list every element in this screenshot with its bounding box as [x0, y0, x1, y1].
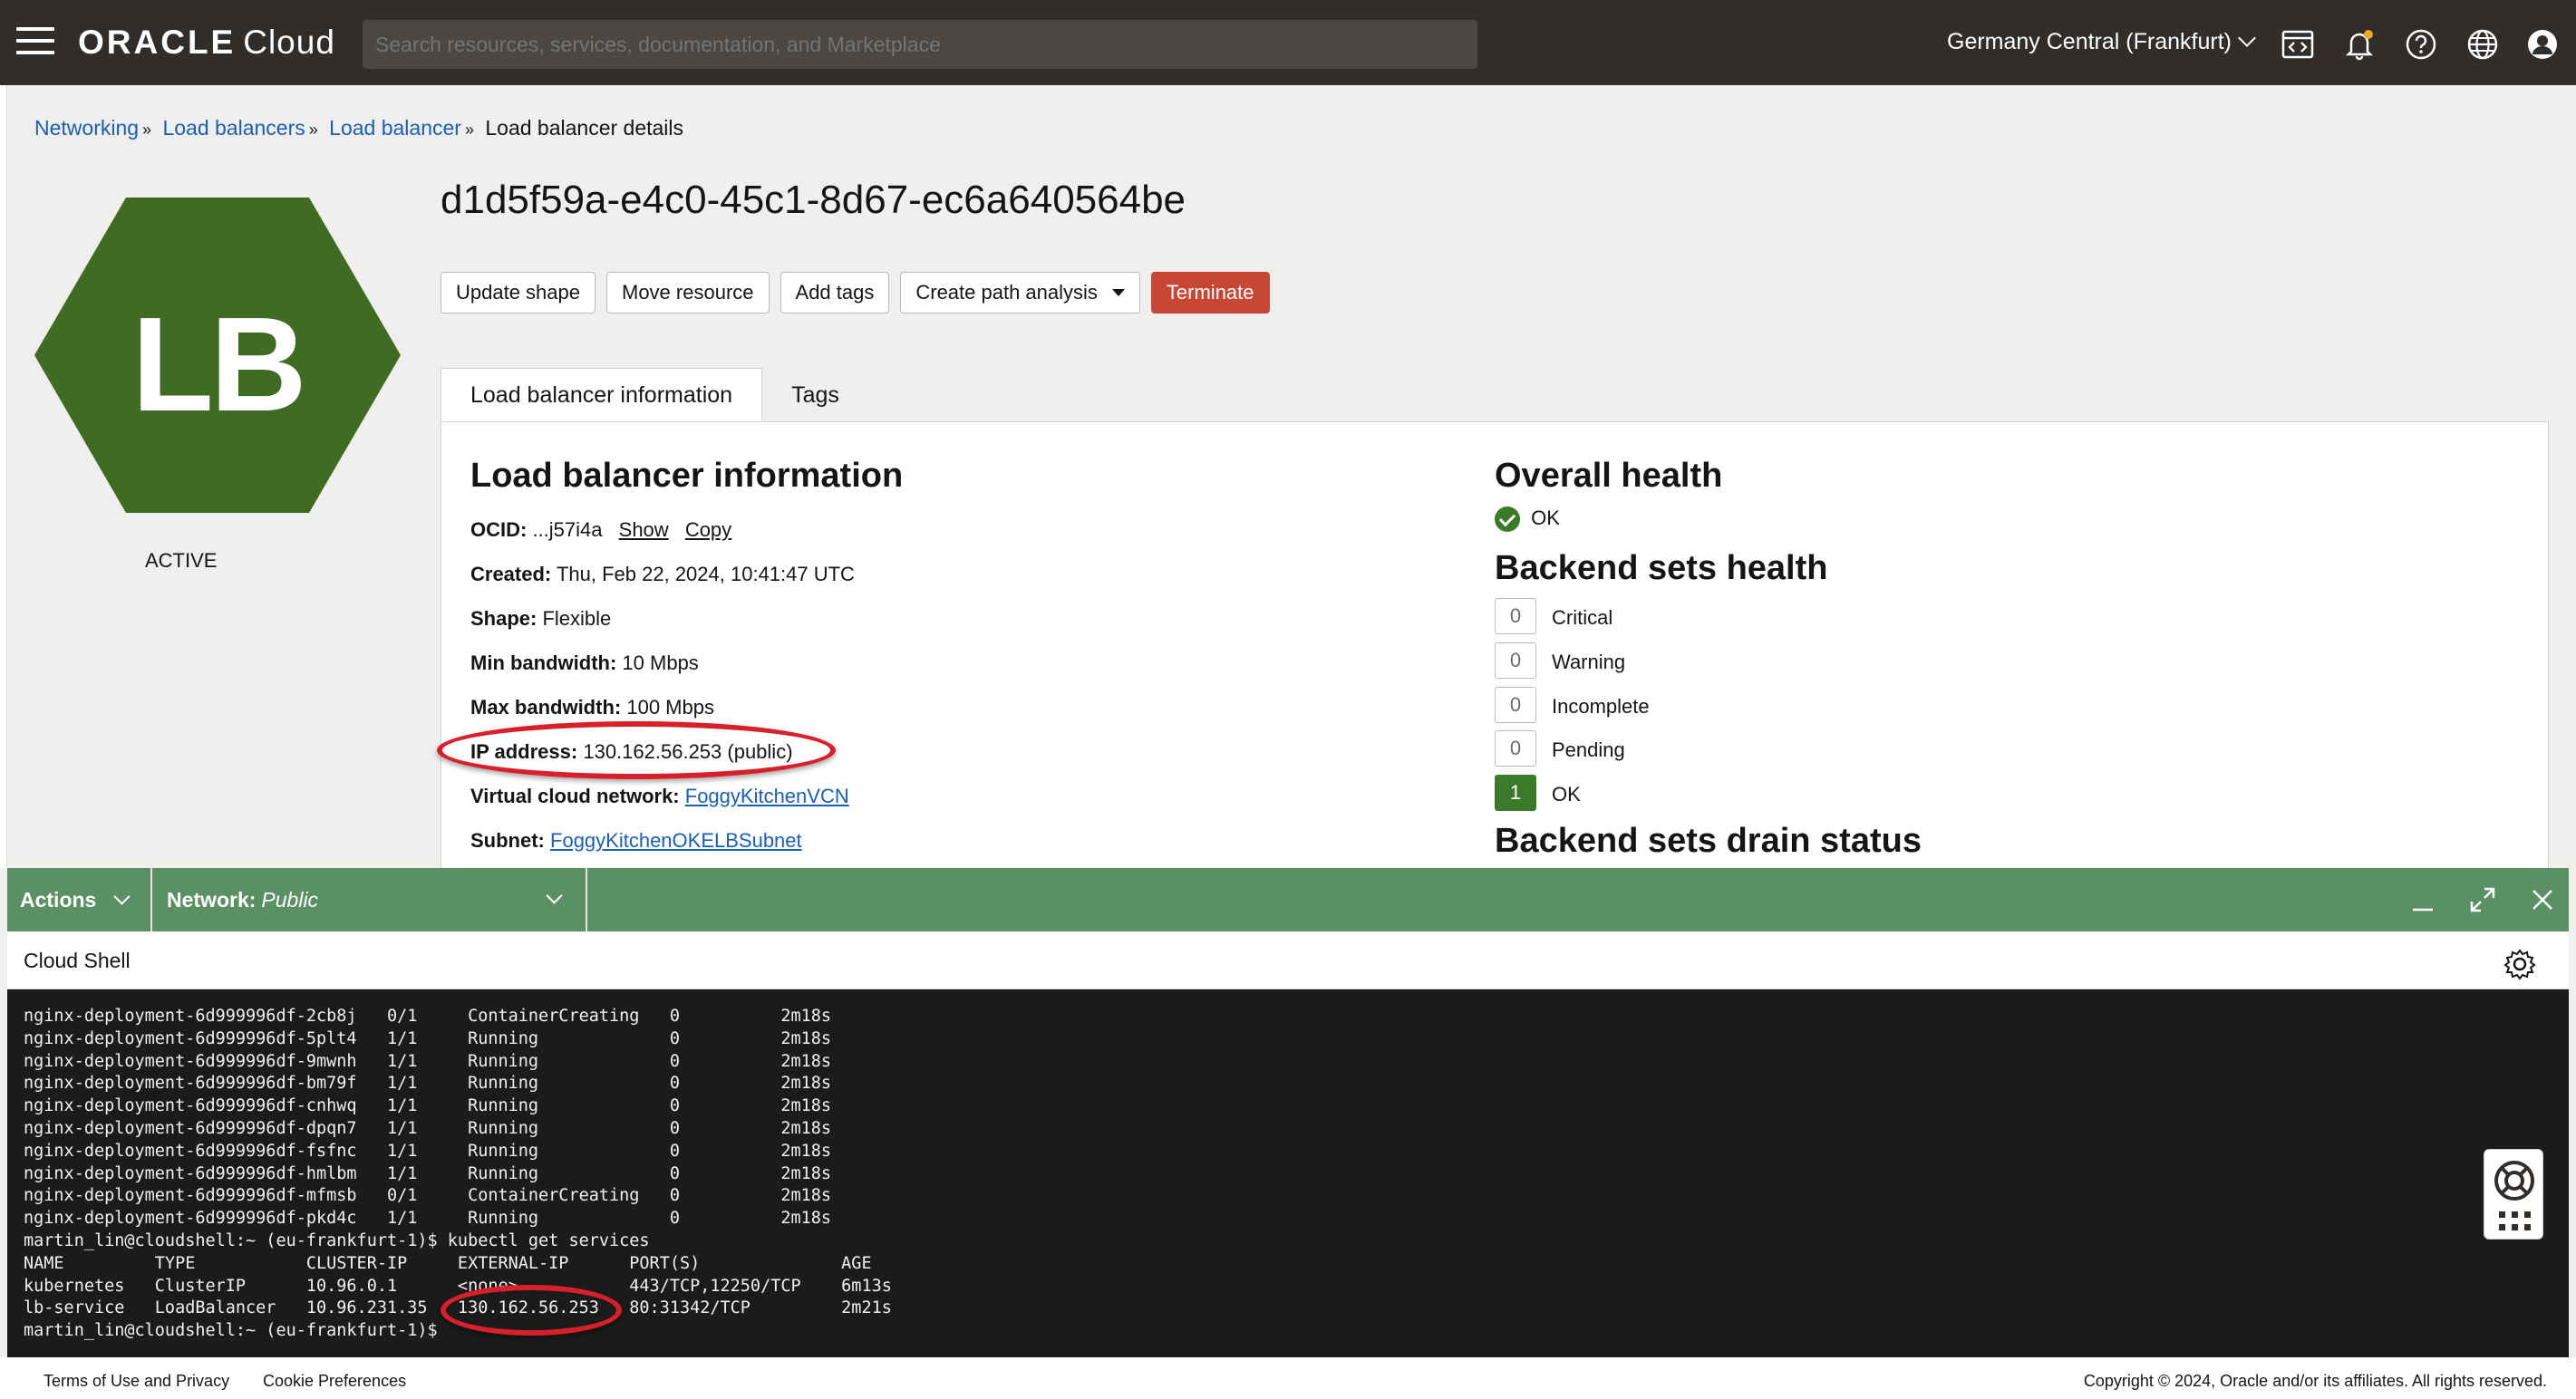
region-selector[interactable]: Germany Central (Frankfurt) — [1947, 29, 2256, 55]
subnet-field: Subnet: FoggyKitchenOKELBSubnet — [470, 829, 802, 852]
shell-network-menu[interactable]: Network: Public — [152, 868, 587, 931]
user-icon[interactable] — [2525, 27, 2560, 62]
max-bandwidth-field: Max bandwidth: 100 Mbps — [470, 696, 714, 719]
pending-count: 0 — [1495, 730, 1536, 767]
ok-label: OK — [1552, 783, 1581, 806]
ip-address-value: 130.162.56.253 (public) — [583, 740, 793, 763]
cloud-shell-title-bar: Cloud Shell — [7, 931, 2569, 989]
shell-actions-menu[interactable]: Actions — [7, 868, 152, 931]
globe-icon[interactable] — [2465, 27, 2500, 62]
ocid-show-link[interactable]: Show — [619, 518, 669, 541]
page-footer: Terms of Use and Privacy Cookie Preferen… — [0, 1357, 2576, 1399]
copyright-text: Copyright © 2024, Oracle and/or its affi… — [2083, 1372, 2547, 1390]
caret-down-icon — [1111, 289, 1125, 296]
breadcrumb-networking[interactable]: Networking — [34, 116, 139, 140]
ip-address-field: IP address: 130.162.56.253 (public) — [470, 740, 793, 763]
code-editor-icon[interactable] — [2281, 27, 2315, 62]
terminal-line: NAME TYPE CLUSTER-IP EXTERNAL-IP PORT(S)… — [24, 1253, 872, 1273]
add-tags-button[interactable]: Add tags — [780, 272, 890, 314]
minimize-icon[interactable] — [2407, 884, 2438, 915]
ocid-field: OCID: ...j57i4a Show Copy — [470, 518, 732, 541]
chevron-down-icon — [113, 887, 131, 905]
terminal-line: nginx-deployment-6d999996df-2cb8j 0/1 Co… — [24, 1007, 832, 1026]
maximize-icon[interactable] — [2467, 884, 2498, 915]
incomplete-label: Incomplete — [1552, 695, 1650, 718]
left-edge-strip — [0, 85, 7, 868]
shape-field: Shape: Flexible — [470, 607, 612, 630]
tab-bar: Load balancer information Tags — [441, 368, 868, 422]
overall-health-heading: Overall health — [1495, 457, 1723, 495]
cloud-shell-title: Cloud Shell — [24, 949, 131, 972]
create-path-analysis-label: Create path analysis — [915, 281, 1098, 304]
terminal-line: nginx-deployment-6d999996df-fsfnc 1/1 Ru… — [24, 1141, 832, 1161]
page-title: d1d5f59a-e4c0-45c1-8d67-ec6a640564be — [441, 178, 1186, 222]
resource-badge: LB — [34, 198, 401, 513]
critical-count: 0 — [1495, 598, 1536, 634]
terminal-line: nginx-deployment-6d999996df-bm79f 1/1 Ru… — [24, 1074, 832, 1094]
terminal-line: kubernetes ClusterIP 10.96.0.1 <none> 44… — [24, 1276, 892, 1296]
check-circle-icon — [1495, 507, 1520, 533]
terminal-line: nginx-deployment-6d999996df-9mwnh 1/1 Ru… — [24, 1051, 832, 1071]
warning-label: Warning — [1552, 651, 1626, 673]
pending-label: Pending — [1552, 738, 1625, 761]
cloud-shell-toolbar: Actions Network: Public — [7, 868, 2569, 931]
terminal-line: martin_lin@cloudshell:~ (eu-frankfurt-1)… — [24, 1321, 448, 1341]
critical-label: Critical — [1552, 606, 1613, 629]
close-icon[interactable] — [2527, 884, 2558, 915]
chevron-down-icon — [546, 887, 563, 904]
vcn-field: Virtual cloud network: FoggyKitchenVCN — [470, 785, 849, 807]
ocid-copy-link[interactable]: Copy — [685, 518, 731, 541]
terminal-output[interactable]: nginx-deployment-6d999996df-2cb8j 0/1 Co… — [7, 989, 2569, 1357]
info-heading: Load balancer information — [470, 457, 904, 495]
terminal-line: lb-service LoadBalancer 10.96.231.35 130… — [24, 1298, 892, 1318]
resource-badge-label: LB — [131, 290, 306, 439]
terminal-line: nginx-deployment-6d999996df-5plt4 1/1 Ru… — [24, 1028, 832, 1048]
create-path-analysis-button[interactable]: Create path analysis — [900, 272, 1140, 314]
top-navigation-bar: ORACLECloud Germany Central (Frankfurt) — [0, 0, 2576, 85]
oracle-cloud-logo[interactable]: ORACLE Cloud — [78, 24, 335, 62]
breadcrumb-load-balancer[interactable]: Load balancer — [329, 116, 461, 140]
terms-link[interactable]: Terms of Use and Privacy — [44, 1372, 229, 1391]
update-shape-button[interactable]: Update shape — [441, 272, 596, 314]
menu-icon[interactable] — [16, 27, 54, 58]
subnet-link[interactable]: FoggyKitchenOKELBSubnet — [550, 829, 802, 852]
resource-state: ACTIVE — [145, 549, 218, 572]
min-bandwidth-field: Min bandwidth: 10 Mbps — [470, 651, 699, 674]
terminal-line: nginx-deployment-6d999996df-pkd4c 1/1 Ru… — [24, 1209, 832, 1229]
drain-status-heading: Backend sets drain status — [1495, 822, 1922, 860]
move-resource-button[interactable]: Move resource — [606, 272, 770, 314]
terminal-line: martin_lin@cloudshell:~ (eu-frankfurt-1)… — [24, 1230, 650, 1250]
help-lifebuoy-button[interactable] — [2484, 1149, 2543, 1240]
breadcrumb-current: Load balancer details — [485, 116, 684, 140]
cookie-preferences-link[interactable]: Cookie Preferences — [263, 1372, 406, 1391]
created-field: Created: Thu, Feb 22, 2024, 10:41:47 UTC — [470, 563, 855, 585]
info-panel: Load balancer information OCID: ...j57i4… — [441, 421, 2549, 874]
bell-icon[interactable] — [2342, 27, 2377, 62]
action-toolbar: Update shape Move resource Add tags Crea… — [441, 272, 1270, 314]
chevron-down-icon — [2238, 29, 2256, 47]
vcn-link[interactable]: FoggyKitchenVCN — [685, 785, 849, 807]
incomplete-count: 0 — [1495, 687, 1536, 723]
backend-sets-health-heading: Backend sets health — [1495, 549, 1828, 587]
tab-load-balancer-information[interactable]: Load balancer information — [441, 368, 763, 422]
terminal-line: nginx-deployment-6d999996df-mfmsb 0/1 Co… — [24, 1186, 832, 1206]
ok-count: 1 — [1495, 775, 1536, 811]
breadcrumb-load-balancers[interactable]: Load balancers — [162, 116, 305, 140]
ocid-value: ...j57i4a — [532, 518, 603, 541]
breadcrumb: Networking» Load balancers» Load balance… — [34, 116, 684, 140]
warning-count: 0 — [1495, 642, 1536, 679]
terminal-line: nginx-deployment-6d999996df-hmlbm 1/1 Ru… — [24, 1163, 832, 1183]
gear-icon[interactable] — [2503, 944, 2536, 980]
overall-health-status: OK — [1495, 507, 1560, 533]
search-input[interactable] — [363, 20, 1477, 69]
tab-tags[interactable]: Tags — [762, 368, 868, 422]
terminate-button[interactable]: Terminate — [1150, 272, 1270, 314]
terminal-line: nginx-deployment-6d999996df-cnhwq 1/1 Ru… — [24, 1096, 832, 1116]
terminal-line: nginx-deployment-6d999996df-dpqn7 1/1 Ru… — [24, 1118, 832, 1138]
help-icon[interactable] — [2404, 27, 2438, 62]
